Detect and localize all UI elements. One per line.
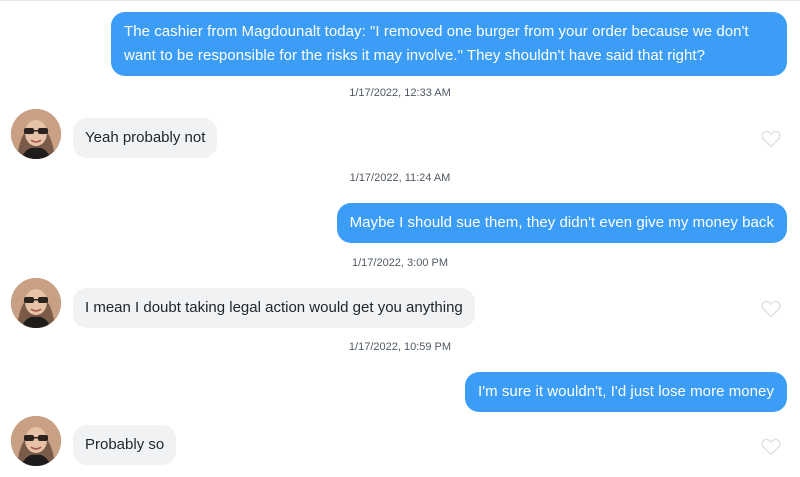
outgoing-message: I'm sure it wouldn't, I'd just lose more…: [464, 372, 787, 412]
heart-outline-icon[interactable]: [761, 300, 781, 318]
heart-outline-icon[interactable]: [761, 130, 781, 148]
avatar-image: [11, 109, 61, 159]
outgoing-message: Maybe I should sue them, they didn't eve…: [336, 203, 787, 243]
avatar-image: [11, 278, 61, 328]
contact-avatar[interactable]: [11, 109, 61, 159]
header-divider: [0, 0, 800, 1]
incoming-message: I mean I doubt taking legal action would…: [73, 288, 475, 328]
outgoing-message: The cashier from Magdounalt today: "I re…: [111, 12, 787, 76]
message-timestamp: 1/17/2022, 11:24 AM: [349, 172, 451, 184]
message-timestamp: 1/17/2022, 3:00 PM: [351, 257, 448, 269]
incoming-message: Yeah probably not: [73, 118, 218, 158]
contact-avatar[interactable]: [11, 278, 61, 328]
avatar-image: [11, 416, 61, 466]
incoming-message: Probably so: [73, 425, 177, 465]
message-timestamp: 1/17/2022, 12:33 AM: [349, 87, 451, 99]
heart-outline-icon[interactable]: [761, 438, 781, 456]
contact-avatar[interactable]: [11, 416, 61, 466]
message-timestamp: 1/17/2022, 10:59 PM: [348, 341, 452, 353]
